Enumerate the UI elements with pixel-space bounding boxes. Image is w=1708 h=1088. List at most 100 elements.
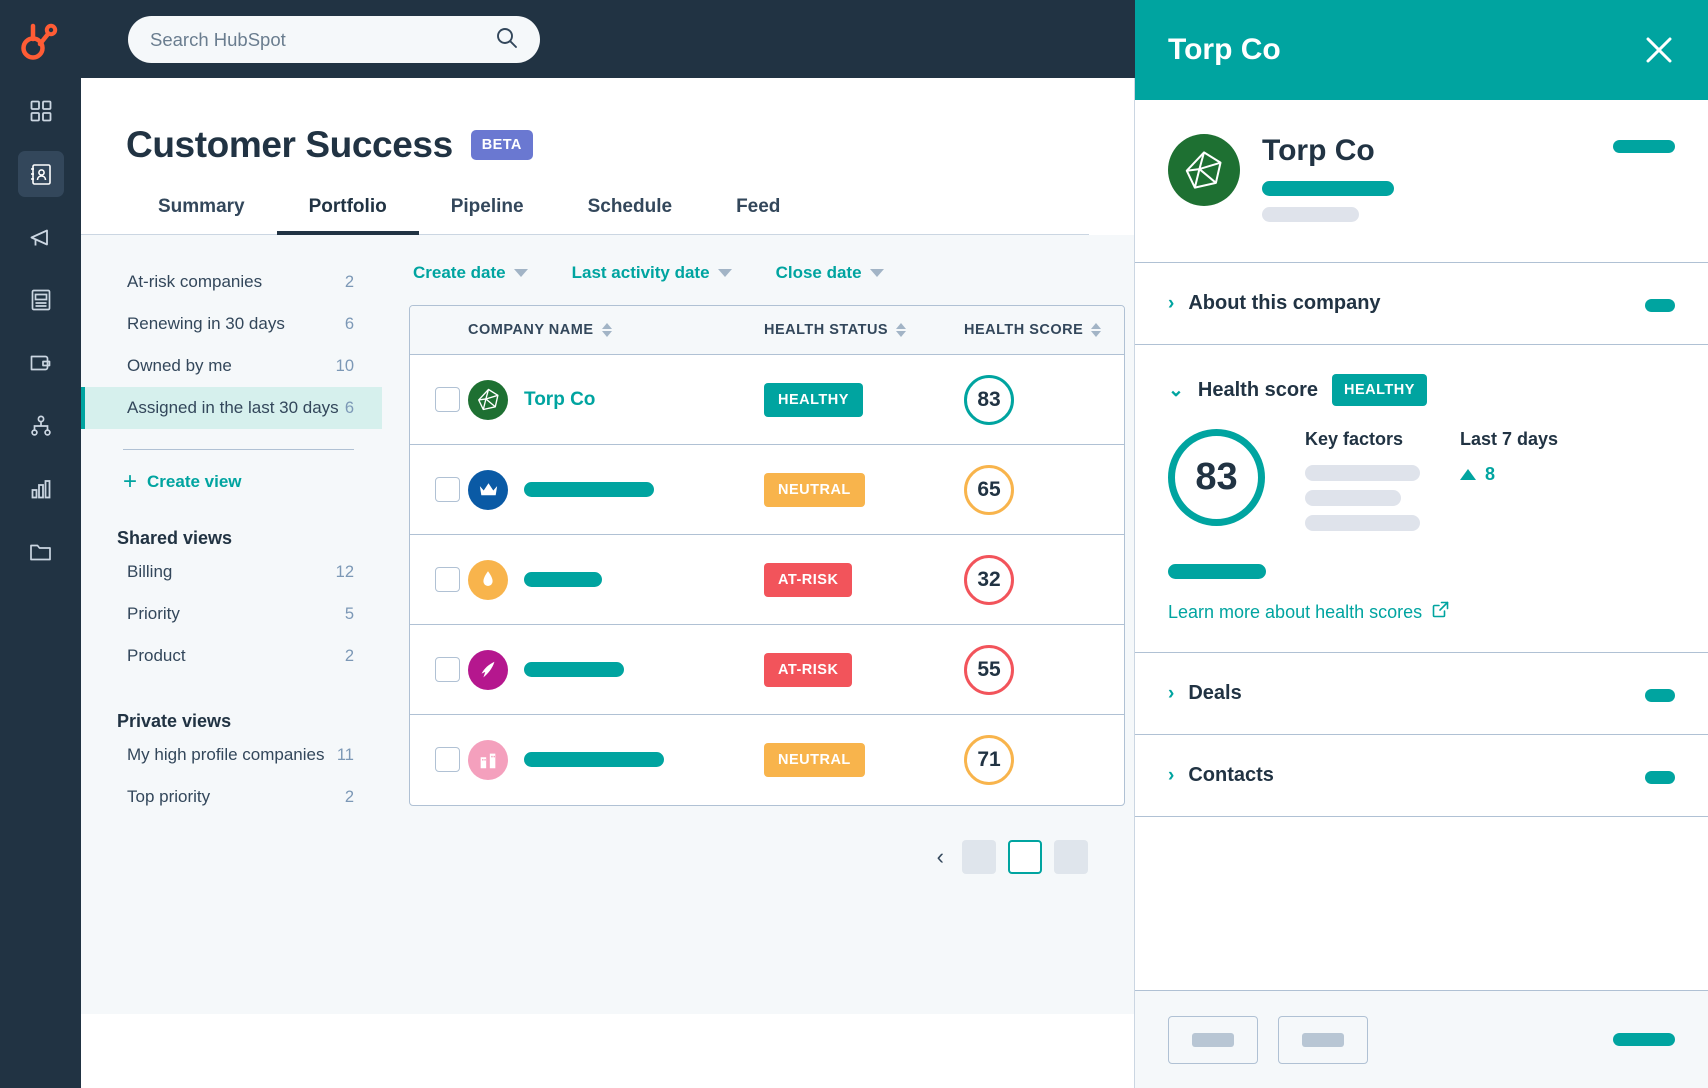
nav-icon-list (18, 88, 64, 575)
row-score-cell: 65 (964, 445, 1124, 535)
panel-section-contacts[interactable]: › Contacts (1135, 735, 1708, 817)
section-action-button[interactable] (1645, 771, 1675, 784)
th-health-score[interactable]: HEALTH SCORE (964, 306, 1124, 355)
redacted-key-factor (1305, 515, 1420, 531)
view-item-priority[interactable]: Priority 5 (81, 593, 382, 635)
chevron-left-icon[interactable]: ‹ (931, 844, 950, 870)
redacted-company-detail-primary (1262, 181, 1394, 196)
nav-item-automation-workflow-icon[interactable] (18, 403, 64, 449)
filter-label: Create date (413, 263, 506, 283)
sort-icon[interactable] (896, 323, 906, 337)
row-checkbox[interactable] (435, 567, 460, 592)
close-icon[interactable] (1642, 33, 1676, 67)
table-row[interactable]: AT-RISK 55 (410, 625, 1124, 715)
th-label: COMPANY NAME (468, 322, 594, 338)
redacted-company-name (524, 662, 624, 677)
th-health-status[interactable]: HEALTH STATUS (764, 306, 964, 355)
app-root: Customer Success BETA Summary Portfolio … (0, 0, 1708, 1088)
redacted-health-footnote (1168, 564, 1266, 579)
create-view-label: Create view (147, 472, 242, 492)
view-item-renewing-in-30-days[interactable]: Renewing in 30 days 6 (81, 303, 382, 345)
nav-item-dashboard-grid-icon[interactable] (18, 88, 64, 134)
tab-pipeline[interactable]: Pipeline (419, 196, 556, 234)
view-item-my-high-profile-companies[interactable]: My high profile companies 11 (81, 734, 382, 776)
tab-feed[interactable]: Feed (704, 196, 812, 234)
nav-item-marketing-megaphone-icon[interactable] (18, 214, 64, 260)
search-input[interactable] (150, 29, 495, 51)
health-score-ring: 55 (964, 645, 1014, 695)
panel-section-about-this-company[interactable]: › About this company (1135, 263, 1708, 345)
hubspot-sprocket-icon[interactable] (18, 18, 64, 64)
panel-section-health-score: ⌄ Health score HEALTHY 83 Key factors La… (1135, 345, 1708, 653)
view-item-assigned-in-the-last-30-days[interactable]: Assigned in the last 30 days 6 (81, 387, 382, 429)
filter-last-activity-date[interactable]: Last activity date (572, 257, 750, 289)
view-item-label: Priority (127, 604, 180, 624)
filter-close-date[interactable]: Close date (776, 257, 902, 289)
redacted-key-factor (1305, 465, 1420, 481)
building-icon (468, 740, 508, 780)
page-button-current[interactable] (1008, 840, 1042, 874)
page-button[interactable] (962, 840, 996, 874)
nav-item-content-document-icon[interactable] (18, 277, 64, 323)
row-status-cell: AT-RISK (764, 625, 964, 715)
leaf-drop-icon (468, 560, 508, 600)
sort-icon[interactable] (602, 323, 612, 337)
view-item-billing[interactable]: Billing 12 (81, 551, 382, 593)
status-badge: NEUTRAL (764, 473, 865, 507)
nav-item-library-folder-icon[interactable] (18, 529, 64, 575)
section-action-button[interactable] (1645, 689, 1675, 702)
sort-icon[interactable] (1091, 323, 1101, 337)
search-box[interactable] (128, 16, 540, 63)
th-label: HEALTH STATUS (764, 322, 888, 338)
table-row[interactable]: NEUTRAL 71 (410, 715, 1124, 805)
row-checkbox[interactable] (435, 387, 460, 412)
chevron-down-icon (718, 269, 732, 277)
table-row[interactable]: NEUTRAL 65 (410, 445, 1124, 535)
tab-schedule[interactable]: Schedule (556, 196, 704, 234)
filter-create-date[interactable]: Create date (413, 257, 546, 289)
row-checkbox[interactable] (435, 747, 460, 772)
panel-footer-button-left[interactable] (1168, 1016, 1258, 1064)
panel-footer-action-link[interactable] (1613, 1033, 1675, 1046)
view-item-label: Top priority (127, 787, 210, 807)
section-action-button[interactable] (1645, 299, 1675, 312)
plus-icon: + (123, 470, 137, 494)
row-checkbox[interactable] (435, 477, 460, 502)
page-title: Customer Success (126, 124, 453, 166)
table-row[interactable]: AT-RISK 32 (410, 535, 1124, 625)
view-item-owned-by-me[interactable]: Owned by me 10 (81, 345, 382, 387)
key-factors-label: Key factors (1305, 429, 1420, 450)
table-row[interactable]: Torp Co HEALTHY 83 (410, 355, 1124, 445)
panel-footer-button-right[interactable] (1278, 1016, 1368, 1064)
health-score-ring: 32 (964, 555, 1014, 605)
tab-summary[interactable]: Summary (126, 196, 277, 234)
nav-item-reporting-bar-chart-icon[interactable] (18, 466, 64, 512)
filter-label: Close date (776, 263, 862, 283)
health-score-big-ring: 83 (1168, 429, 1265, 526)
chevron-right-icon: › (1168, 684, 1174, 703)
view-item-label: Renewing in 30 days (127, 314, 285, 334)
left-nav-rail (0, 0, 81, 1088)
tab-portfolio[interactable]: Portfolio (277, 196, 419, 234)
panel-section-deals[interactable]: › Deals (1135, 653, 1708, 735)
health-score-body: 83 Key factors Last 7 days 8 (1168, 429, 1675, 531)
panel-header-action-button[interactable] (1613, 140, 1675, 153)
chevron-down-icon (514, 269, 528, 277)
view-item-at-risk-companies[interactable]: At-risk companies 2 (81, 261, 382, 303)
company-name-link[interactable]: Torp Co (524, 389, 595, 411)
th-company-name[interactable]: COMPANY NAME (468, 306, 764, 355)
nav-item-contacts-card-icon[interactable] (18, 151, 64, 197)
learn-more-health-scores-link[interactable]: Learn more about health scores (1168, 601, 1675, 623)
view-item-top-priority[interactable]: Top priority 2 (81, 776, 382, 818)
view-item-count: 5 (345, 605, 354, 624)
row-checkbox-cell (410, 625, 468, 715)
row-checkbox[interactable] (435, 657, 460, 682)
page-button[interactable] (1054, 840, 1088, 874)
view-item-product[interactable]: Product 2 (81, 635, 382, 677)
status-badge: HEALTHY (764, 383, 863, 417)
section-health-score-header[interactable]: ⌄ Health score HEALTHY (1168, 374, 1675, 406)
search-icon[interactable] (495, 26, 518, 54)
create-view-button[interactable]: + Create view (81, 450, 409, 494)
panel-footer (1135, 990, 1708, 1088)
nav-item-commerce-wallet-icon[interactable] (18, 340, 64, 386)
